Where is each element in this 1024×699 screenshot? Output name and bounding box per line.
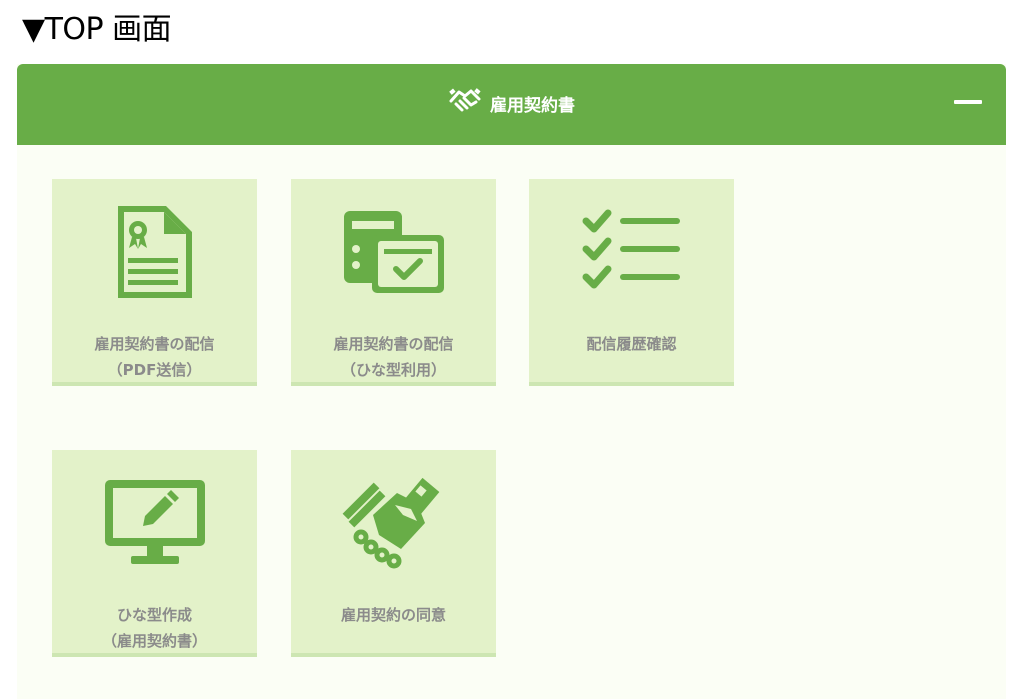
tile-label-line1: 雇用契約の同意 — [340, 606, 446, 624]
tile-label: 雇用契約書の配信 （ひな型利用） — [291, 331, 496, 383]
panel-header[interactable]: 雇用契約書 — [17, 64, 1006, 145]
tile-label-line1: 配信履歴確認 — [586, 335, 677, 353]
tile-template-create[interactable]: ひな型作成 （雇用契約書） — [52, 450, 257, 657]
tile-pdf-delivery[interactable]: 雇用契約書の配信 （PDF送信） — [52, 179, 257, 386]
checklist-icon — [529, 197, 734, 307]
panel-title: 雇用契約書 — [490, 95, 575, 116]
tile-label-line2: （雇用契約書） — [101, 632, 207, 650]
handshake-icon — [448, 86, 482, 120]
panel-title-wrap: 雇用契約書 — [17, 86, 1006, 120]
tile-label-line1: 雇用契約書の配信 — [333, 335, 454, 353]
certificate-document-icon — [52, 197, 257, 307]
template-check-icon — [291, 197, 496, 307]
tile-label: ひな型作成 （雇用契約書） — [52, 602, 257, 654]
tile-template-delivery[interactable]: 雇用契約書の配信 （ひな型利用） — [291, 179, 496, 386]
tile-label: 雇用契約の同意 — [291, 602, 496, 628]
tile-contract-consent[interactable]: 雇用契約の同意 — [291, 450, 496, 657]
tile-label-line1: 雇用契約書の配信 — [94, 335, 215, 353]
tile-label-line2: （PDF送信） — [107, 361, 202, 379]
employment-contract-panel: 雇用契約書 雇用契約書の配信 （PDF送信） 雇用契約書の配信 （ひな型利用） … — [17, 64, 1006, 699]
tile-label: 配信履歴確認 — [529, 331, 734, 357]
tile-label-line1: ひな型作成 — [116, 606, 192, 624]
tile-label: 雇用契約書の配信 （PDF送信） — [52, 331, 257, 383]
page-caption: ▼TOP 画面 — [22, 12, 172, 47]
monitor-pencil-icon — [52, 468, 257, 578]
handshake-icon — [291, 468, 496, 578]
collapse-button[interactable] — [954, 100, 982, 104]
tile-label-line2: （ひな型利用） — [340, 361, 446, 379]
tile-delivery-history[interactable]: 配信履歴確認 — [529, 179, 734, 386]
